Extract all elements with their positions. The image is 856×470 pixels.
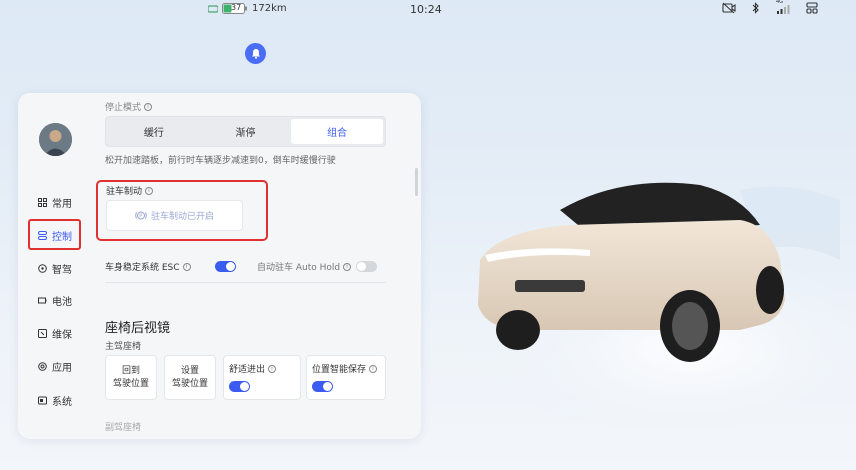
sidebar-item-label: 智驾 — [52, 264, 72, 276]
grid-icon — [38, 197, 47, 207]
seat-section-title: 座椅后视镜 — [105, 321, 171, 336]
position-memory-card: 位置智能保存 i — [306, 355, 386, 400]
driver-seat-label: 主驾座椅 — [105, 342, 142, 352]
card-text: 设置 — [180, 366, 199, 376]
sidebar-item-label: 常用 — [52, 198, 72, 210]
info-icon[interactable]: i — [369, 364, 378, 373]
esc-label-text: 车身稳定系统 ESC — [105, 263, 180, 273]
sidebar-item-label: 控制 — [52, 231, 72, 243]
sliders-icon — [38, 230, 47, 240]
signal-label: 4G — [776, 0, 784, 5]
comfort-entry-label: 舒适进出 i — [229, 362, 277, 375]
autohold-label-text: 自动驻车 Auto Hold — [257, 263, 341, 273]
scrollbar-thumb[interactable] — [415, 168, 418, 196]
camera-off-icon[interactable] — [722, 2, 736, 14]
sidebar-item-system[interactable]: 系统 — [38, 391, 72, 409]
apps-icon — [38, 361, 47, 371]
status-left: 37 172km — [208, 3, 287, 14]
return-drive-position-button[interactable]: 回到 驾驶位置 — [105, 355, 157, 400]
wrench-icon — [38, 328, 47, 338]
info-icon[interactable]: i — [268, 364, 277, 373]
info-icon[interactable]: i — [343, 262, 352, 271]
position-memory-toggle[interactable] — [312, 381, 333, 392]
card-text: 驾驶位置 — [171, 379, 208, 389]
stop-mode-option-gradual[interactable]: 渐停 — [200, 119, 292, 144]
sidebar-item-label: 系统 — [52, 396, 72, 408]
card-text: 回到 — [121, 366, 140, 376]
control-content: 停止模式 i 缓行 渐停 组合 松开加速踏板，前行时车辆逐步减速到0，倒车时缓慢… — [96, 93, 405, 439]
parking-brake-icon: P — [135, 211, 147, 220]
notification-bell-button[interactable] — [245, 43, 266, 64]
stop-mode-option-creep[interactable]: 缓行 — [108, 119, 200, 144]
esc-label: 车身稳定系统 ESC i — [105, 260, 191, 273]
sidebar-item-label: 维保 — [52, 329, 72, 341]
sidebar-item-control[interactable]: 控制 — [38, 226, 72, 244]
position-memory-label: 位置智能保存 i — [312, 362, 378, 375]
range-text: 172km — [252, 3, 287, 14]
battery-icon — [38, 297, 47, 303]
settings-panel: 常用 控制 智驾 电池 维保 应用 系统 停止模式 i 缓行 渐停 组合 松开加… — [18, 93, 421, 439]
sidebar-item-maintenance[interactable]: 维保 — [38, 324, 72, 342]
battery-percent: 37 — [231, 3, 242, 12]
esc-toggle[interactable] — [215, 261, 236, 272]
set-drive-position-button[interactable]: 设置 驾驶位置 — [164, 355, 216, 400]
sidebar-item-smart-drive[interactable]: 智驾 — [38, 259, 72, 277]
svg-text:P: P — [139, 213, 142, 219]
parking-title-text: 驻车制动 — [106, 187, 143, 197]
sidebar-item-label: 电池 — [52, 296, 72, 308]
signal-icon: 4G — [776, 0, 790, 14]
stop-mode-option-combined[interactable]: 组合 — [291, 119, 384, 144]
info-icon[interactable]: i — [145, 186, 154, 195]
info-icon[interactable]: i — [182, 262, 191, 271]
sidebar-item-common[interactable]: 常用 — [38, 193, 72, 211]
car-scene — [440, 150, 856, 470]
card-text: 驾驶位置 — [112, 379, 149, 389]
position-memory-text: 位置智能保存 — [312, 365, 367, 375]
comfort-entry-text: 舒适进出 — [229, 365, 266, 375]
status-bar: 37 172km 10:24 4G — [0, 0, 856, 20]
car-status-icon — [208, 4, 218, 13]
autohold-label: 自动驻车 Auto Hold i — [257, 260, 352, 273]
stop-mode-segmented-control: 缓行 渐停 组合 — [105, 116, 386, 147]
info-icon[interactable]: i — [144, 102, 153, 111]
steering-icon — [38, 263, 47, 273]
system-icon — [38, 396, 47, 404]
stop-mode-label-text: 停止模式 — [105, 103, 142, 113]
esc-row: 车身稳定系统 ESC i 自动驻车 Auto Hold i — [105, 258, 386, 276]
user-avatar[interactable] — [39, 123, 72, 156]
sidebar-item-battery[interactable]: 电池 — [38, 291, 72, 309]
battery-icon: 37 — [222, 3, 248, 14]
divider — [105, 282, 386, 283]
bluetooth-icon[interactable] — [752, 2, 760, 14]
parking-brake-button[interactable]: P 驻车制动已开启 — [106, 200, 243, 231]
comfort-entry-card: 舒适进出 i — [223, 355, 301, 400]
car-image — [470, 182, 856, 430]
status-right: 4G — [722, 0, 818, 14]
sidebar-item-apps[interactable]: 应用 — [38, 357, 72, 375]
clock: 10:24 — [410, 3, 442, 16]
stop-mode-label: 停止模式 i — [105, 100, 153, 113]
parking-title: 驻车制动 i — [106, 184, 154, 197]
comfort-entry-toggle[interactable] — [229, 381, 250, 392]
sidebar-item-label: 应用 — [52, 362, 72, 374]
passenger-seat-label: 副驾座椅 — [105, 423, 142, 433]
bell-icon — [251, 49, 260, 59]
autohold-toggle[interactable] — [356, 261, 377, 272]
parking-brake-button-label: 驻车制动已开启 — [150, 212, 214, 222]
split-screen-icon[interactable] — [806, 2, 818, 14]
stop-mode-description: 松开加速踏板，前行时车辆逐步减速到0，倒车时缓慢行驶 — [105, 156, 336, 166]
